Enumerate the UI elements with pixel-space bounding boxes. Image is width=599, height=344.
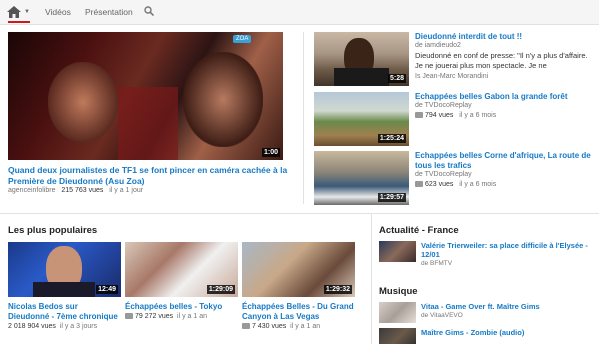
video-thumbnail[interactable]: 1:29:32 — [242, 242, 355, 297]
top-nav: ▼ Vidéos Présentation — [0, 0, 599, 25]
video-title[interactable]: Échappées belles - Tokyo — [125, 302, 238, 312]
video-meta: 2 018 904 vues il y a 3 jours — [8, 323, 121, 330]
captions-icon — [242, 323, 250, 330]
video-thumbnail[interactable] — [379, 241, 416, 262]
list-item[interactable]: Maître Gims - Zombie (audio) — [379, 328, 599, 344]
channel-link[interactable]: de iamdieudo2 — [415, 42, 461, 49]
video-duration: 1:29:09 — [206, 285, 235, 294]
list-item[interactable]: Vitaa - Game Over ft. Maître Gims de Vit… — [379, 302, 599, 326]
thumbnail-figure — [183, 52, 263, 147]
video-thumbnail[interactable]: 1:29:09 — [125, 242, 238, 297]
video-title[interactable]: Échappées Belles - Du Grand Canyon à Las… — [242, 302, 355, 322]
tab-presentation[interactable]: Présentation — [85, 7, 133, 17]
video-footnote: Is Jean-Marc Morandini — [415, 73, 489, 80]
upload-age: il y a 1 an — [290, 323, 321, 330]
video-thumbnail[interactable]: 12:49 — [8, 242, 121, 297]
upload-age: il y a 1 an — [177, 313, 208, 320]
chevron-down-icon[interactable]: ▼ — [24, 9, 30, 15]
video-thumbnail[interactable]: 1:29:57 — [314, 151, 409, 205]
thumbnail-figure — [48, 62, 118, 142]
video-title[interactable]: Echappées belles Corne d'afrique, La rou… — [415, 151, 597, 171]
video-meta: 79 272 vues il y a 1 an — [125, 313, 238, 320]
upload-age: il y a 1 jour — [109, 187, 144, 194]
video-thumbnail[interactable] — [379, 302, 416, 323]
video-meta: 623 vues il y a 6 mois — [415, 181, 496, 188]
upload-age: il y a 6 mois — [459, 112, 497, 119]
list-item[interactable]: 1:29:09 Échappées belles - Tokyo 79 272 … — [125, 242, 238, 320]
video-title[interactable]: Vitaa - Game Over ft. Maître Gims — [421, 302, 599, 311]
search-button[interactable] — [144, 6, 155, 18]
channel-link[interactable]: de VitaaVEVO — [421, 312, 463, 319]
featured-video-thumbnail[interactable]: ZOA 1:00 — [8, 32, 283, 160]
video-duration: 1:29:32 — [323, 285, 352, 294]
view-count: 79 272 vues — [135, 313, 174, 320]
captions-icon — [415, 112, 423, 119]
section-heading-popular[interactable]: Les plus populaires — [8, 225, 97, 236]
channel-link[interactable]: de BFMTV — [421, 260, 452, 267]
active-tab-indicator — [8, 21, 30, 23]
list-item[interactable]: 1:29:57 Echappées belles Corne d'afrique… — [314, 151, 599, 205]
channel-link[interactable]: de TVDocoReplay — [415, 102, 472, 109]
home-icon — [7, 6, 21, 18]
divider — [371, 214, 372, 344]
list-item[interactable]: Valérie Trierweiler: sa place difficile … — [379, 241, 599, 267]
channel-link[interactable]: agenceinfolibre — [8, 187, 55, 194]
video-duration: 1:00 — [261, 148, 280, 157]
video-duration: 1:25:24 — [377, 134, 406, 143]
list-item[interactable]: 12:49 Nicolas Bedos sur Dieudonné - 7ème… — [8, 242, 121, 330]
video-title[interactable]: Valérie Trierweiler: sa place difficile … — [421, 241, 599, 259]
upload-age: il y a 6 mois — [459, 181, 497, 188]
video-title[interactable]: Maître Gims - Zombie (audio) — [421, 328, 599, 337]
video-thumbnail[interactable]: 5:28 — [314, 32, 409, 86]
captions-icon — [125, 313, 133, 320]
home-button[interactable]: ▼ — [5, 3, 31, 23]
video-duration: 1:29:57 — [377, 193, 406, 202]
video-duration: 5:28 — [387, 74, 406, 83]
thumbnail-figure — [118, 87, 178, 160]
divider — [303, 32, 304, 204]
upload-age: il y a 3 jours — [59, 323, 98, 330]
channel-watermark: ZOA — [233, 35, 252, 43]
search-icon — [144, 6, 155, 17]
video-thumbnail[interactable] — [379, 328, 416, 344]
view-count: 215 763 vues — [61, 187, 104, 194]
video-title[interactable]: Echappées belles Gabon la grande forêt — [415, 92, 597, 102]
list-item[interactable]: 5:28 Dieudonné interdit de tout !! de ia… — [314, 32, 599, 86]
section-heading-actualite[interactable]: Actualité - France — [379, 225, 459, 236]
tab-videos[interactable]: Vidéos — [45, 7, 71, 17]
captions-icon — [415, 181, 423, 188]
section-heading-musique[interactable]: Musique — [379, 286, 418, 297]
view-count: 7 430 vues — [252, 323, 287, 330]
video-meta: 794 vues il y a 6 mois — [415, 112, 496, 119]
video-duration: 12:49 — [96, 285, 118, 294]
view-count: 623 vues — [425, 181, 454, 188]
video-description: Dieudonné en conf de presse: "Il n'y a p… — [415, 51, 588, 70]
list-item[interactable]: 1:29:32 Échappées Belles - Du Grand Cany… — [242, 242, 355, 330]
video-meta: 7 430 vues il y a 1 an — [242, 323, 355, 330]
divider — [0, 213, 599, 214]
featured-video-title[interactable]: Quand deux journalistes de TF1 se font p… — [8, 165, 288, 187]
view-count: 2 018 904 vues — [8, 323, 56, 330]
video-thumbnail[interactable]: 1:25:24 — [314, 92, 409, 146]
featured-video-meta: agenceinfolibre 215 763 vues il y a 1 jo… — [8, 187, 143, 194]
channel-link[interactable]: de TVDocoReplay — [415, 171, 472, 178]
video-title[interactable]: Dieudonné interdit de tout !! — [415, 32, 597, 42]
video-title[interactable]: Nicolas Bedos sur Dieudonné - 7ème chron… — [8, 302, 121, 322]
list-item[interactable]: 1:25:24 Echappées belles Gabon la grande… — [314, 92, 599, 146]
view-count: 794 vues — [425, 112, 454, 119]
